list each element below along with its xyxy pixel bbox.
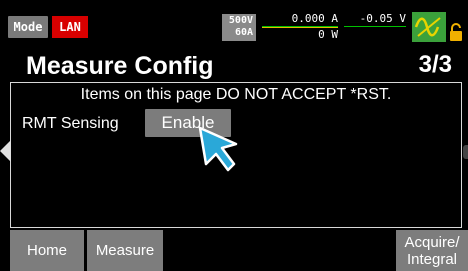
voltage-readout: -0.05 V xyxy=(344,12,406,42)
home-softkey[interactable]: Home xyxy=(10,230,84,271)
acquire-integral-softkey[interactable]: Acquire/ Integral xyxy=(396,230,468,271)
rmt-sensing-label: RMT Sensing xyxy=(22,115,119,132)
page-title: Measure Config xyxy=(26,52,214,80)
current-power-readout: 0.000 A 0 W xyxy=(262,12,338,42)
sine-wave-icon xyxy=(414,17,441,37)
next-page-handle-icon[interactable] xyxy=(463,145,468,159)
rst-notice: Items on this page DO NOT ACCEPT *RST. xyxy=(80,86,392,103)
page-indicator: 3/3 xyxy=(418,51,452,78)
softkey-bar: Home Measure Acquire/ Integral xyxy=(0,228,468,271)
current-range: 60A xyxy=(234,27,253,38)
previous-page-arrow-icon[interactable] xyxy=(0,140,11,162)
output-button[interactable] xyxy=(412,12,446,42)
lan-status-badge: LAN xyxy=(52,16,88,38)
voltage-reading: -0.05 V xyxy=(344,12,406,27)
range-indicator: 500V 60A xyxy=(222,14,256,41)
pointer-cursor-icon xyxy=(198,126,238,172)
status-bar: Mode LAN 500V 60A 0.000 A 0 W -0.05 V xyxy=(0,0,468,44)
power-reading: 0 W xyxy=(262,27,338,42)
lock-icon xyxy=(450,23,462,41)
acquire-label: Acquire/ xyxy=(404,233,460,251)
current-reading: 0.000 A xyxy=(262,12,338,27)
integral-label: Integral xyxy=(406,250,458,268)
voltage-range: 500V xyxy=(228,15,253,26)
measure-softkey[interactable]: Measure xyxy=(87,230,163,271)
mode-button[interactable]: Mode xyxy=(8,16,48,38)
